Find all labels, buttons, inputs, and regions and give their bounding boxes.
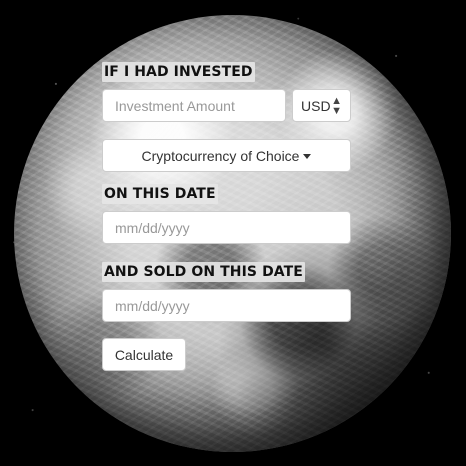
currency-select[interactable]: USD ▲ ▼ (292, 89, 351, 122)
up-down-icon: ▲ ▼ (331, 94, 342, 117)
sell-date-field[interactable] (102, 289, 351, 322)
buy-date-field[interactable] (102, 211, 351, 244)
calculate-button[interactable]: Calculate (102, 338, 186, 371)
sell-date-heading: AND SOLD ON THIS DATE (102, 262, 305, 282)
invested-heading: IF I HAD INVESTED (102, 62, 255, 82)
investment-amount-input[interactable] (103, 90, 285, 121)
cryptocurrency-dropdown-button[interactable]: Cryptocurrency of Choice (102, 139, 351, 172)
currency-select-value: USD (301, 97, 331, 114)
caret-down-icon (303, 153, 312, 159)
buy-date-input[interactable] (103, 212, 350, 243)
investment-calculator-form: IF I HAD INVESTED USD ▲▼ Cryptocurrency … (0, 0, 466, 466)
cryptocurrency-dropdown-label: Cryptocurrency of Choice (141, 147, 300, 164)
buy-date-heading: ON THIS DATE (102, 184, 218, 204)
sell-date-input[interactable] (103, 290, 350, 321)
investment-amount-field[interactable] (102, 89, 286, 122)
